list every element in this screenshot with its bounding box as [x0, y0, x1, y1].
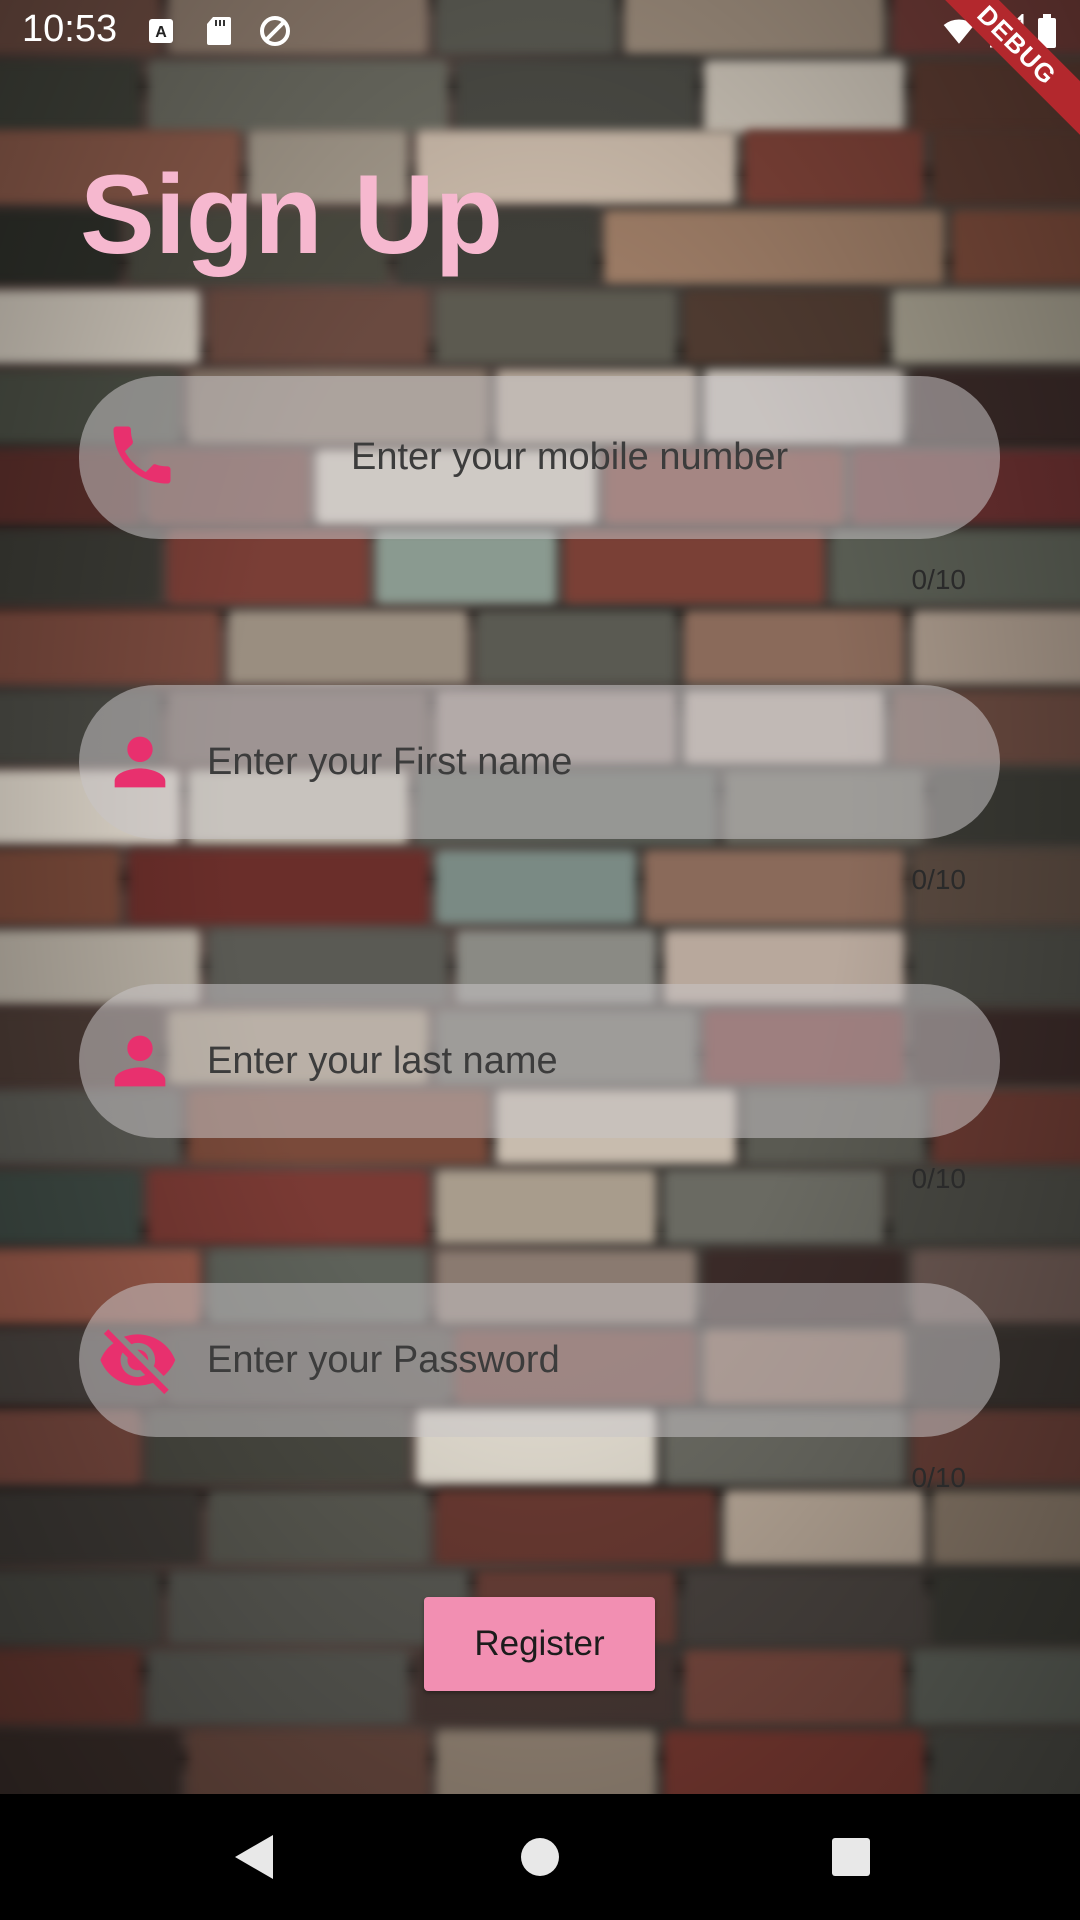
- page-title: Sign Up: [80, 152, 504, 277]
- last-name-field[interactable]: [79, 984, 1000, 1138]
- status-bar: 10:53 A: [0, 0, 1080, 63]
- last-name-input[interactable]: [205, 1030, 969, 1092]
- svg-text:A: A: [155, 24, 167, 41]
- visibility-off-icon[interactable]: [97, 1319, 179, 1401]
- status-time: 10:53: [22, 8, 118, 50]
- password-input[interactable]: [205, 1329, 969, 1391]
- first-name-counter: 0/10: [911, 864, 967, 895]
- sd-card-icon: [202, 14, 236, 48]
- home-icon[interactable]: [507, 1824, 573, 1890]
- mobile-counter: 0/10: [911, 564, 967, 595]
- person-icon: [99, 1020, 181, 1102]
- first-name-input[interactable]: [205, 731, 969, 793]
- data-saver-icon: [258, 14, 292, 48]
- sign-up-screen: 10:53 A DEBUG Sign Up 0/10: [0, 0, 1080, 1920]
- register-button[interactable]: Register: [424, 1597, 655, 1691]
- password-field[interactable]: [79, 1283, 1000, 1437]
- password-counter: 0/10: [911, 1462, 967, 1493]
- first-name-field[interactable]: [79, 685, 1000, 839]
- recents-icon[interactable]: [818, 1824, 884, 1890]
- back-icon[interactable]: [222, 1824, 288, 1890]
- keyboard-icon: A: [144, 14, 178, 48]
- mobile-input[interactable]: [349, 426, 953, 488]
- mobile-field[interactable]: [79, 376, 1000, 539]
- last-name-counter: 0/10: [911, 1163, 967, 1194]
- navigation-bar: [0, 1794, 1080, 1920]
- person-icon: [99, 721, 181, 803]
- phone-icon: [101, 414, 183, 496]
